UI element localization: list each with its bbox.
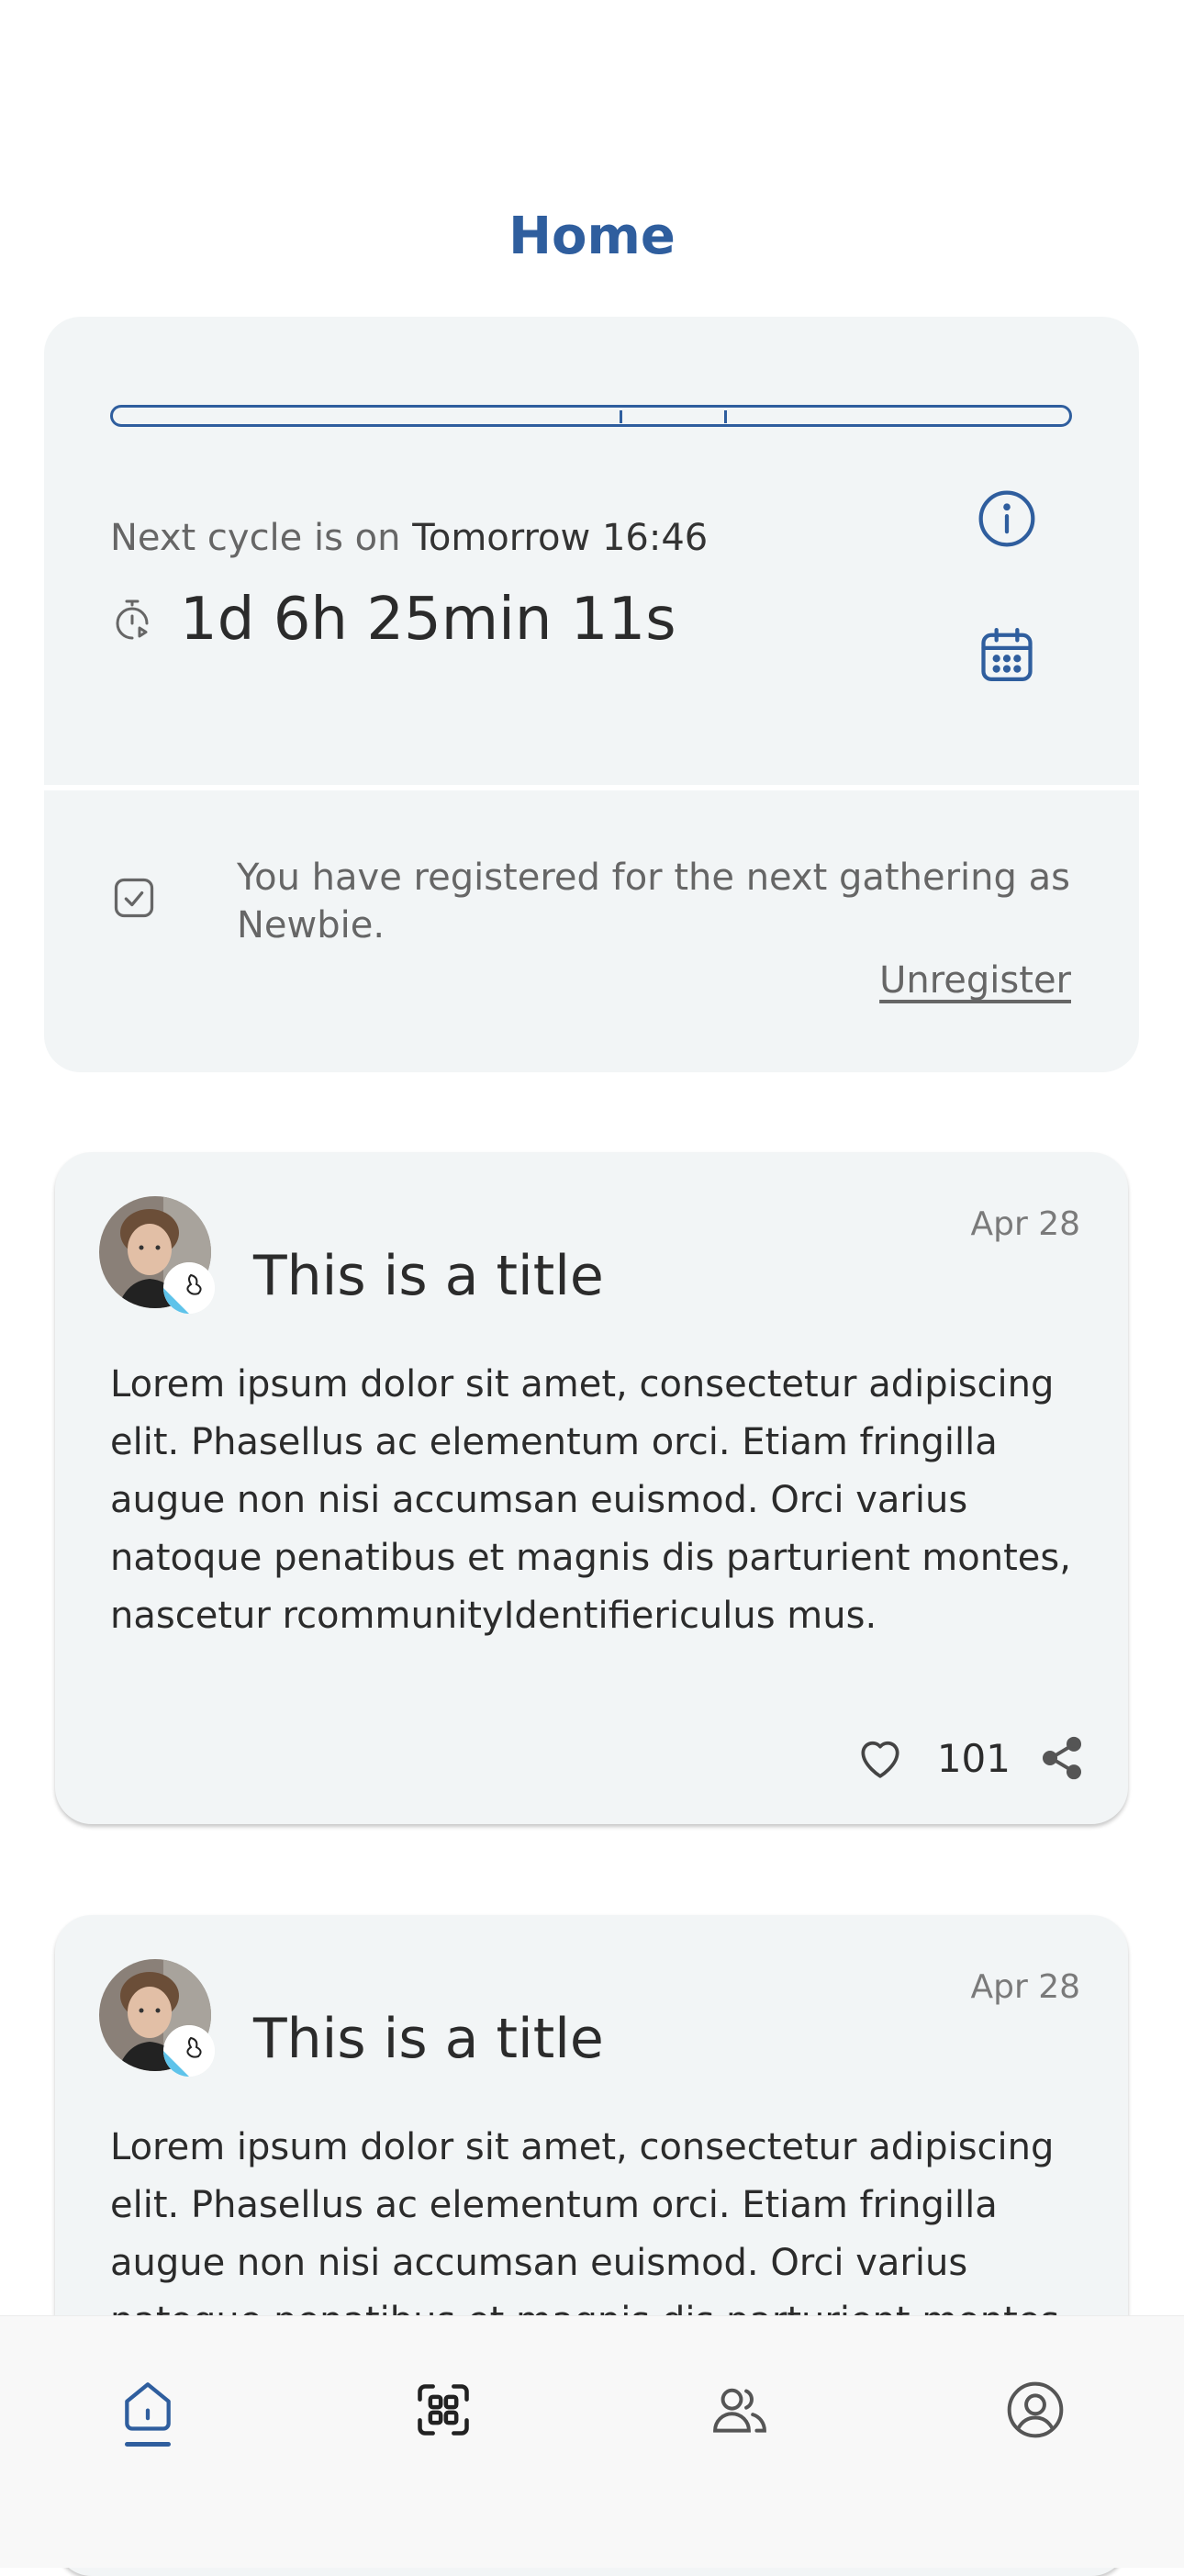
share-icon[interactable] xyxy=(1038,1734,1086,1782)
unregister-link[interactable]: Unregister xyxy=(879,959,1071,1002)
calendar-icon xyxy=(981,627,1033,682)
qr-scan-icon xyxy=(418,2384,469,2436)
registration-text: You have registered for the next gatheri… xyxy=(237,857,1070,946)
countdown-timer: 1d 6h 25min 11s xyxy=(180,586,676,654)
like-count: 101 xyxy=(936,1735,1011,1781)
bottom-navigation xyxy=(0,2315,1184,2568)
timer-icon xyxy=(116,599,149,640)
heart-icon[interactable] xyxy=(854,1732,906,1784)
post-date: Apr 28 xyxy=(970,1968,1080,2006)
next-cycle-value: Tomorrow 16:46 xyxy=(412,517,709,559)
info-icon xyxy=(978,490,1035,547)
post-date: Apr 28 xyxy=(970,1205,1080,1243)
next-cycle-line: Next cycle is on Tomorrow 16:46 xyxy=(110,517,708,559)
next-cycle-label: Next cycle is on xyxy=(110,517,401,559)
avatar-badge-icon xyxy=(163,2025,215,2077)
nav-community[interactable] xyxy=(685,2355,795,2465)
checkbox-checked-icon xyxy=(114,878,154,918)
home-icon xyxy=(125,2381,171,2431)
post-title: This is a title xyxy=(253,2007,604,2071)
active-tab-indicator xyxy=(125,2441,171,2447)
nav-profile[interactable] xyxy=(980,2355,1090,2465)
cycle-info-section: Next cycle is on Tomorrow 16:46 1d 6h 25… xyxy=(44,317,1139,785)
info-button[interactable] xyxy=(970,482,1044,555)
countdown-row: 1d 6h 25min 11s xyxy=(110,583,676,656)
cycle-progress-bar xyxy=(110,405,1072,427)
progress-tick xyxy=(724,410,727,423)
nav-home[interactable] xyxy=(93,2355,203,2465)
card-divider xyxy=(44,785,1139,790)
post-title: This is a title xyxy=(253,1244,604,1308)
calendar-button[interactable] xyxy=(970,618,1044,691)
post-actions: 101 xyxy=(854,1730,1086,1786)
progress-tick xyxy=(620,410,622,423)
post-card[interactable]: Apr 28 This is a title Lorem ipsum dolor… xyxy=(55,1152,1128,1824)
profile-icon xyxy=(1007,2381,1064,2438)
post-body: Lorem ipsum dolor sit amet, consectetur … xyxy=(110,1363,1071,1637)
page-title: Home xyxy=(508,207,676,266)
avatar-badge-icon xyxy=(163,1262,215,1314)
people-icon xyxy=(713,2388,766,2433)
nav-scan[interactable] xyxy=(388,2355,498,2465)
cycle-card: Next cycle is on Tomorrow 16:46 1d 6h 25… xyxy=(44,317,1139,1072)
